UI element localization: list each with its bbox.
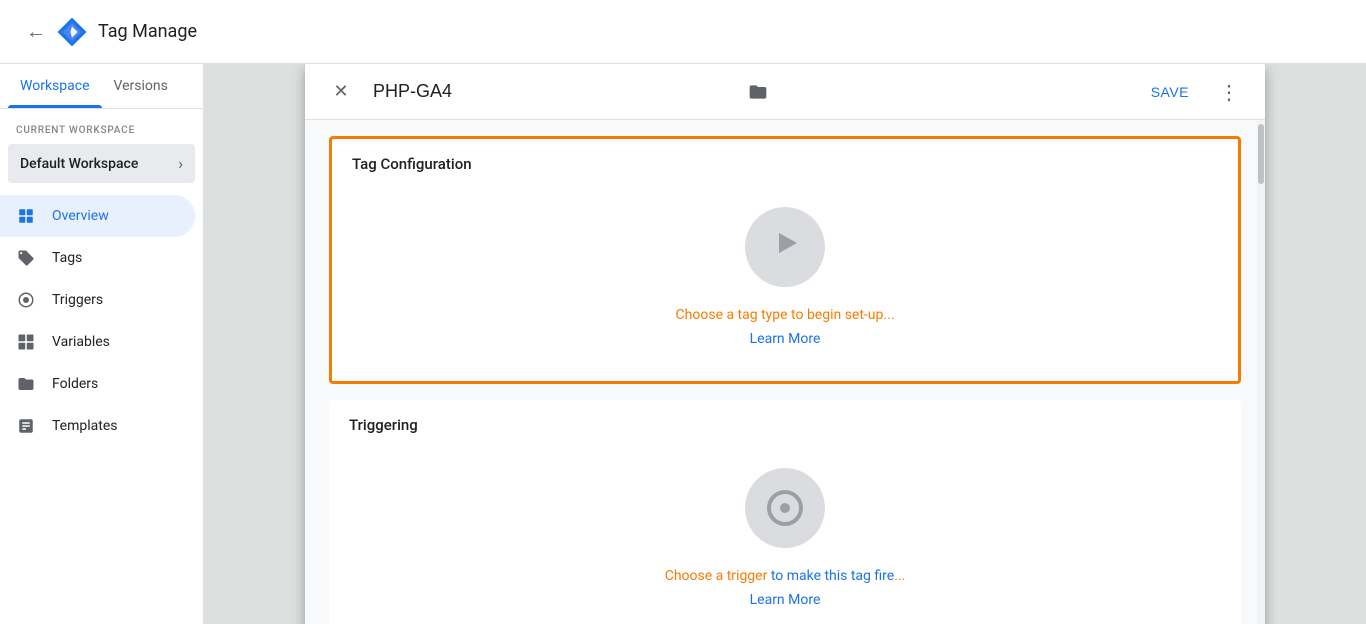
tag-config-prompt-text: Choose a tag type to begin set-up... [676,307,895,323]
sidebar-item-label-templates: Templates [52,418,118,434]
triggering-header: Triggering [329,400,1241,442]
folder-button[interactable] [740,74,776,110]
sidebar-item-overview[interactable]: Overview [0,195,195,237]
content-area: ✕ Save ⋮ Tag Configuration [204,64,1366,624]
templates-icon [16,417,36,435]
folder-icon [748,82,768,102]
gtm-logo-icon [56,16,88,48]
tag-config-card[interactable]: Tag Configuration [329,136,1241,384]
triggering-icon [767,490,803,526]
sidebar-tabs: Workspace Versions [0,64,203,109]
close-button[interactable]: ✕ [321,72,361,112]
sidebar: Workspace Versions CURRENT WORKSPACE Def… [0,64,204,624]
sidebar-item-label-triggers: Triggers [52,292,103,308]
sidebar-item-label-folders: Folders [52,376,98,392]
chevron-right-icon: › [178,154,183,173]
sidebar-item-triggers[interactable]: Triggers [0,279,195,321]
triggering-prompt: Choose a trigger to make this tag fire..… [665,568,906,584]
triggering-icon-dot [780,503,790,513]
tag-config-icon-circle [745,207,825,287]
tag-dialog: ✕ Save ⋮ Tag Configuration [305,64,1265,624]
tab-workspace[interactable]: Workspace [8,64,102,108]
save-button[interactable]: Save [1131,76,1209,108]
scrollbar-track [1257,120,1265,624]
triggering-card[interactable]: Triggering Choose a trigger to make this… [329,400,1241,624]
close-icon: ✕ [333,81,348,102]
tag-config-learn-more[interactable]: Learn More [750,331,821,347]
sidebar-item-tags[interactable]: Tags [0,237,195,279]
app-title: Tag Manage [98,21,197,42]
workspace-name: Default Workspace [20,156,138,172]
sidebar-item-variables[interactable]: Variables [0,321,195,363]
triggering-icon-circle [745,468,825,548]
workspace-selector[interactable]: Default Workspace › [8,144,195,183]
tab-versions[interactable]: Versions [102,64,180,108]
overview-icon [16,207,36,225]
tag-config-header: Tag Configuration [332,139,1238,181]
sidebar-item-folders[interactable]: Folders [0,363,195,405]
workspace-label: CURRENT WORKSPACE [0,109,203,140]
tag-config-icon [765,223,805,272]
sidebar-item-label-tags: Tags [52,250,82,266]
tags-icon [16,249,36,267]
sidebar-nav: Overview Tags Triggers Variables [0,195,203,447]
sidebar-item-label-overview: Overview [52,208,109,224]
variables-icon [16,333,36,351]
tag-config-prompt: Choose a tag type to begin set-up... [676,307,895,323]
more-options-button[interactable]: ⋮ [1209,72,1249,112]
scrollbar-thumb[interactable] [1258,124,1264,184]
main-layout: Workspace Versions CURRENT WORKSPACE Def… [0,64,1366,624]
dialog-body: Tag Configuration [305,120,1265,624]
app-bar: ← Tag Manage [0,0,1366,64]
more-icon: ⋮ [1219,80,1239,104]
back-button[interactable]: ← [16,12,56,52]
sidebar-item-templates[interactable]: Templates [0,405,195,447]
back-icon: ← [26,19,46,44]
dialog-header: ✕ Save ⋮ [305,64,1265,120]
triggering-learn-more[interactable]: Learn More [750,592,821,608]
triggering-prompt-text: Choose a trigger to make this tag fire..… [665,568,906,584]
sidebar-item-label-variables: Variables [52,334,110,350]
dialog-backdrop: ✕ Save ⋮ Tag Configuration [204,64,1366,624]
tag-config-body: Choose a tag type to begin set-up... Lea… [332,181,1238,381]
triggering-body: Choose a trigger to make this tag fire..… [329,442,1241,624]
tag-name-input[interactable] [361,81,740,102]
triggers-icon [16,291,36,309]
folders-icon [16,375,36,393]
app-logo: Tag Manage [56,16,197,48]
